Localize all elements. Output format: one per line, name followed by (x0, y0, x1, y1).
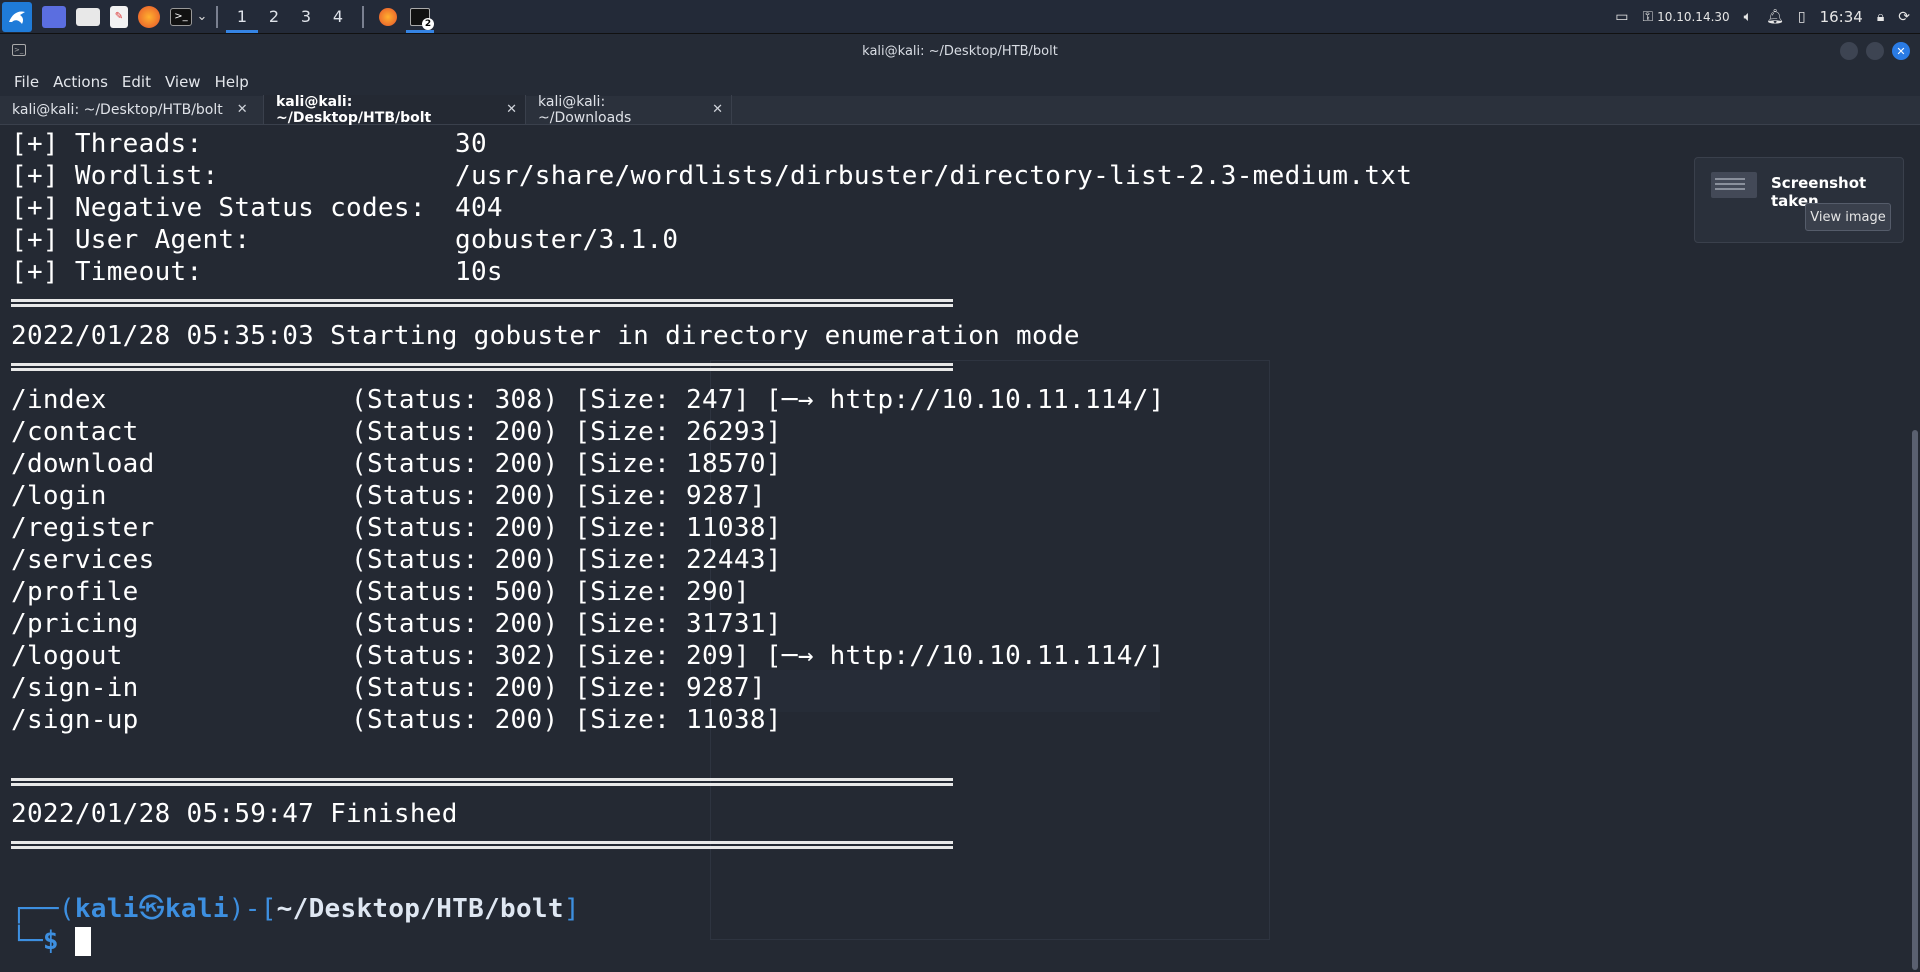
workspace-3[interactable]: 3 (290, 0, 322, 34)
config-line: [+] User Agent: gobuster/3.1.0 (11, 225, 679, 255)
result-row: /logout (Status: 302) [Size: 209] [─→ htt… (11, 641, 1165, 671)
tab-close-icon[interactable]: ✕ (506, 102, 517, 117)
menu-edit[interactable]: Edit (122, 73, 151, 91)
window-titlebar[interactable]: >_ kali@kali: ~/Desktop/HTB/bolt ✕ (0, 34, 1920, 68)
background-button-shadow (760, 670, 1160, 712)
menu-file[interactable]: File (14, 73, 39, 91)
separator-line (11, 841, 953, 849)
close-button[interactable]: ✕ (1892, 42, 1910, 60)
finish-line: 2022/01/28 05:59:47 Finished (11, 799, 458, 829)
tab-terminal-1[interactable]: kali@kali: ~/Desktop/HTB/bolt ✕ (0, 95, 264, 124)
screenshot-thumbnail[interactable] (1711, 172, 1757, 198)
tab-close-icon[interactable]: ✕ (237, 102, 248, 117)
separator-line (11, 363, 953, 371)
view-image-button[interactable]: View image (1805, 203, 1891, 231)
separator-line (11, 299, 953, 307)
result-row: /login (Status: 200) [Size: 9287] (11, 481, 766, 511)
terminal-count-badge: 2 (422, 17, 434, 30)
task-terminal-icon[interactable]: 2 (404, 0, 436, 34)
config-line: [+] Timeout: 10s (11, 257, 503, 287)
separator-line (11, 778, 953, 786)
battery-icon[interactable]: ▯ (1798, 9, 1806, 25)
tab-terminal-2[interactable]: kali@kali: ~/Desktop/HTB/bolt ✕ (264, 93, 526, 126)
terminal-scrollbar[interactable] (1912, 430, 1918, 970)
prompt-line: ┌──(kali㉿kali)-[~/Desktop/HTB/bolt] (11, 894, 580, 924)
tab-label: kali@kali: ~/Desktop/HTB/bolt (12, 101, 223, 118)
show-desktop-icon[interactable] (42, 5, 66, 28)
menu-help[interactable]: Help (215, 73, 249, 91)
workspace-4[interactable]: 4 (322, 0, 354, 34)
screenshot-notification: Screenshot taken View image (1694, 157, 1904, 243)
menu-view[interactable]: View (165, 73, 201, 91)
menubar: File Actions Edit View Help (0, 68, 1920, 96)
result-row: /download (Status: 200) [Size: 18570] (11, 449, 782, 479)
file-manager-icon[interactable] (76, 7, 100, 26)
workspace-2[interactable]: 2 (258, 0, 290, 34)
window-title: kali@kali: ~/Desktop/HTB/bolt (862, 43, 1058, 59)
config-line: [+] Wordlist:/usr/share/wordlists/dirbus… (11, 161, 1413, 191)
workspace-1[interactable]: 1 (226, 0, 258, 34)
result-row: /pricing (Status: 200) [Size: 31731] (11, 609, 782, 639)
tab-label: kali@kali: ~/Downloads (538, 93, 632, 126)
tab-label: kali@kali: ~/Desktop/HTB/bolt (276, 93, 432, 126)
volume-icon[interactable]: 🔈︎ (1744, 9, 1752, 25)
result-row: /profile (Status: 500) [Size: 290] (11, 577, 750, 607)
vpn-ip: 10.10.14.30 (1657, 9, 1730, 24)
result-row: /contact (Status: 200) [Size: 26293] (11, 417, 782, 447)
panel-separator (216, 5, 218, 28)
lock-screen-icon[interactable]: 🔒︎ (1877, 9, 1884, 25)
kali-menu-icon[interactable] (2, 1, 32, 32)
command-line[interactable]: └─$ (11, 925, 91, 957)
chevron-down-icon[interactable]: ⌄ (196, 6, 208, 28)
tab-bar: kali@kali: ~/Desktop/HTB/bolt ✕ kali@kal… (0, 93, 1920, 126)
text-cursor (74, 927, 91, 956)
terminal-window-icon: >_ (12, 44, 26, 56)
terminal-output[interactable]: [+] Threads: 30 [+] Wordlist:/usr/share/w… (0, 125, 1920, 972)
notification-bell-icon[interactable]: 🔔︎ (1766, 9, 1784, 25)
config-line: [+] Negative Status codes: 404 (11, 193, 503, 223)
display-icon[interactable]: ▭ (1615, 9, 1628, 25)
firefox-icon[interactable] (138, 5, 160, 28)
vpn-indicator[interactable]: ⚿ 10.10.14.30 (1642, 9, 1729, 25)
clock[interactable]: 16:34 (1820, 8, 1863, 26)
power-icon[interactable]: ⟳ (1898, 9, 1910, 25)
result-row: /sign-up (Status: 200) [Size: 11038] (11, 705, 782, 735)
panel-separator (362, 5, 364, 28)
tab-close-icon[interactable]: ✕ (712, 102, 723, 117)
config-line: [+] Threads: 30 (11, 129, 487, 159)
menu-actions[interactable]: Actions (53, 73, 108, 91)
result-row: /sign-in (Status: 200) [Size: 9287] (11, 673, 766, 703)
top-panel: ✎ >_ ⌄ 1 2 3 4 2 ▭ ⚿ 10.10.14.30 🔈︎ 🔔︎ ▯… (0, 0, 1920, 34)
task-firefox-icon[interactable] (372, 0, 404, 34)
maximize-button[interactable] (1866, 42, 1884, 60)
terminal-launcher-icon[interactable]: >_ (170, 7, 192, 26)
result-row: /register (Status: 200) [Size: 11038] (11, 513, 782, 543)
text-editor-icon[interactable]: ✎ (110, 5, 128, 28)
vpn-icon: ⚿ (1642, 8, 1654, 25)
result-row: /index (Status: 308) [Size: 247] [─→ http… (11, 385, 1165, 415)
tab-terminal-3[interactable]: kali@kali: ~/Downloads ✕ (526, 93, 732, 126)
start-line: 2022/01/28 05:35:03 Starting gobuster in… (11, 321, 1080, 351)
result-row: /services (Status: 200) [Size: 22443] (11, 545, 782, 575)
minimize-button[interactable] (1840, 42, 1858, 60)
